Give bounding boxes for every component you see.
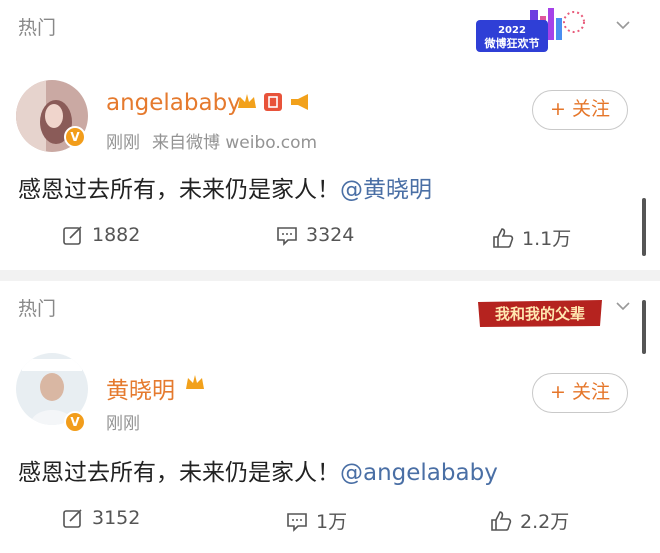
festival-badge-title: 微博狂欢节 [484,36,540,50]
crown-icon [238,94,256,108]
movie-badge: 我和我的父辈 [478,300,602,327]
comment-button[interactable]: 3324 [276,224,354,246]
weibo-post-1: 热门 2022 微博狂欢节 V angelababy 刚刚 来自微博 weibo… [0,0,660,270]
chevron-down-icon[interactable] [616,299,630,313]
repost-count: 1882 [92,224,141,246]
repost-icon [63,226,82,245]
post-text: 感恩过去所有，未来仍是家人！ [18,460,340,486]
repost-count: 3152 [92,507,141,529]
like-icon [493,227,514,248]
festival-badge-year: 2022 [498,25,526,36]
like-button[interactable]: 2.2万 [490,507,569,534]
author-name[interactable]: angelababy [106,90,241,116]
like-count: 2.2万 [520,511,570,533]
action-bar: 1882 3324 1.1万 [0,224,660,264]
comment-button[interactable]: 1万 [286,507,347,534]
mention-link[interactable]: @黄晓明 [340,177,432,203]
like-icon [491,510,512,531]
verified-icon: V [64,126,86,148]
post-divider [0,270,660,281]
post-text: 感恩过去所有，未来仍是家人！ [18,177,340,203]
mention-link[interactable]: @angelababy [340,460,498,486]
action-bar: 3152 1万 2.2万 [0,507,660,547]
repost-button[interactable]: 1882 [62,224,140,246]
scrollbar[interactable] [642,300,646,354]
hot-label: 热门 [18,17,57,39]
festival-badge: 2022 微博狂欢节 [472,6,592,56]
verified-icon: V [64,411,86,433]
comment-count: 3324 [306,224,355,246]
post-header: 热门 2022 微博狂欢节 [0,0,660,56]
post-source: 来自微博 weibo.com [152,133,318,153]
crown-icon [186,375,204,389]
member-icon [264,93,282,111]
comment-count: 1万 [316,511,348,533]
hot-label: 热门 [18,298,57,320]
megaphone-icon [291,94,308,110]
comment-icon [277,227,297,246]
follow-button[interactable]: + 关注 [532,90,628,130]
comment-icon [287,512,307,532]
post-time: 刚刚 [106,414,140,434]
author-name[interactable]: 黄晓明 [106,371,175,405]
follow-button[interactable]: + 关注 [532,373,628,413]
like-count: 1.1万 [522,228,572,250]
movie-badge-text: 我和我的父辈 [495,305,585,323]
like-button[interactable]: 1.1万 [492,224,571,251]
repost-button[interactable]: 3152 [62,507,140,529]
post-content: 感恩过去所有，未来仍是家人！@黄晓明 [18,170,432,204]
repost-icon [63,509,82,528]
post-time: 刚刚 [106,133,140,153]
post-content: 感恩过去所有，未来仍是家人！@angelababy [18,453,498,487]
chevron-down-icon[interactable] [616,18,630,32]
scrollbar[interactable] [642,198,646,256]
